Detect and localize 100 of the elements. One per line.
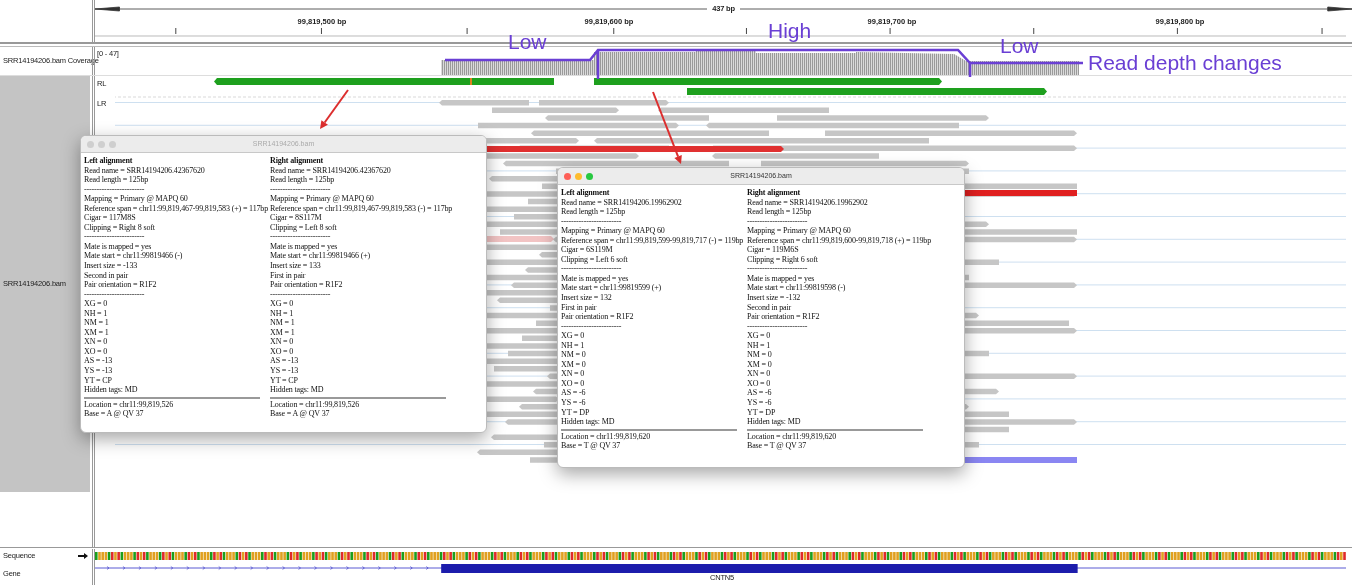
detail-line: AS = -6 [747,388,773,399]
detail-line: XN = 0 [561,369,586,379]
detail-line: NH = 1 [84,308,109,319]
detail-line: Mapping = Primary @ MAPQ 60 [84,194,189,204]
detail-line: Pair orientation = R1F2 [561,312,635,322]
detail-line: Read length = 125bp [747,207,813,217]
detail-line: Base = T @ QV 37 [561,441,622,451]
detail-line: Mate is mapped = yes [561,273,630,284]
detail-line: Location = chr11:99,819,526 [270,399,361,410]
annotation-label: Low [508,31,547,52]
detail-line: ------------------------ [561,321,623,332]
annotation-label: Low [1000,35,1039,56]
detail-line: Second in pair [747,302,793,313]
detail-line: AS = -13 [84,356,114,367]
detail-line: YT = DP [561,407,591,418]
detail-line: XN = 0 [747,369,772,379]
detail-line: XO = 0 [747,378,772,389]
detail-line: Clipping = Right 8 soft [84,222,156,233]
detail-line: AS = -6 [561,388,587,399]
close-button[interactable] [87,140,94,148]
detail-line: XG = 0 [747,331,772,341]
detail-line: Read name = SRR14194206.19962902 [747,197,869,208]
detail-line: Mate is mapped = yes [270,241,339,252]
detail-line: Second in pair [84,270,130,281]
detail-line: NH = 1 [561,340,586,351]
detail-line: Cigar = 8S117M [270,213,323,223]
detail-line: Read name = SRR14194206.42367620 [270,165,392,176]
detail-line: Insert size = -132 [747,293,802,303]
detail-line: XO = 0 [270,346,295,357]
detail-line: Base = A @ QV 37 [84,409,145,419]
detail-line: XN = 0 [270,337,295,347]
detail-line: XG = 0 [84,299,109,309]
detail-line: NM = 1 [270,318,296,328]
minimize-button[interactable] [98,140,105,148]
detail-line: Cigar = 117M8S [84,213,137,223]
detail-line: Location = chr11:99,819,620 [561,431,652,442]
detail-line: YT = DP [747,407,777,418]
alignment-heading: Right alignment [747,188,802,198]
detail-line: Hidden tags: MD [84,385,139,395]
detail-line: XM = 0 [747,359,773,370]
detail-line: Mate start = chr11:99819598 (-) [747,283,847,293]
detail-line: First in pair [270,270,307,281]
detail-line: ------------------------ [747,216,809,227]
detail-line: NM = 1 [84,318,110,328]
detail-line: XM = 1 [84,327,110,338]
detail-line: Read name = SRR14194206.19962902 [561,197,683,208]
detail-line: ------------------------ [84,289,146,300]
detail-line: Mate is mapped = yes [747,273,816,284]
detail-line: Base = A @ QV 37 [270,409,331,419]
detail-line: Clipping = Right 6 soft [747,254,819,265]
detail-line: Mate start = chr11:99819599 (+) [561,283,663,293]
detail-line: Location = chr11:99,819,620 [747,431,838,442]
detail-line: Location = chr11:99,819,526 [84,399,175,410]
detail-line: NH = 1 [270,308,295,319]
detail-line: Insert size = 132 [561,293,613,303]
annotation-label: High [768,20,812,41]
detail-line: Reference span = chr11:99,819,600-99,819,718 (+) = 119bp [747,235,933,246]
detail-line: Reference span = chr11:99,819,467-99,819,583 (-) = 117bp [270,203,454,214]
detail-line: Reference span = chr11:99,819,467-99,819,583 (+) = 117bp [84,203,270,214]
detail-line: ------------------------ [270,232,332,242]
detail-line: Mapping = Primary @ MAPQ 60 [561,226,666,236]
detail-line: Mate is mapped = yes [84,241,153,252]
detail-line: YT = CP [84,375,113,386]
arrow [320,89,349,129]
detail-line: ------------------------ [270,289,332,300]
zoom-button[interactable] [109,140,116,148]
detail-line: Read length = 125bp [561,207,627,217]
detail-line: Base = T @ QV 37 [747,441,808,451]
detail-line: XG = 0 [561,331,586,341]
detail-line: ------------------------ [747,321,809,332]
detail-line: Mate start = chr11:99819466 (-) [84,251,184,261]
detail-line: Read name = SRR14194206.42367620 [84,165,206,176]
alignment-heading: Left alignment [561,188,611,198]
detail-line: Insert size = -133 [84,261,139,271]
detail-line: Reference span = chr11:99,819,599-99,819,717 (-) = 119bp [561,235,745,246]
detail-line: YS = -13 [270,366,300,376]
zoom-button[interactable] [586,172,593,180]
detail-line: YS = -6 [747,398,773,408]
detail-line: XO = 0 [84,346,109,357]
detail-line: XN = 0 [84,337,109,347]
detail-line: ------------------------ [84,232,146,242]
detail-line: Pair orientation = R1F2 [270,280,344,290]
detail-line: Hidden tags: MD [270,385,325,395]
strand-arrow-icon[interactable] [78,553,88,559]
detail-line: Mate start = chr11:99819466 (+) [270,251,372,261]
detail-line: AS = -13 [270,356,300,367]
detail-line: Read length = 125bp [270,175,336,185]
detail-line: ------------------------ [270,184,332,195]
detail-line: Read length = 125bp [84,175,150,185]
detail-line: XG = 0 [270,299,295,309]
detail-line: XM = 0 [561,359,587,370]
alignment-heading: Right alignment [270,156,325,166]
detail-line: Clipping = Left 8 soft [270,222,338,233]
detail-line: Cigar = 119M6S [747,245,800,255]
detail-line: Insert size = 133 [270,261,322,271]
minimize-button[interactable] [575,172,582,180]
detail-line: XM = 1 [270,327,296,338]
detail-line: Cigar = 6S119M [561,245,614,255]
detail-line: YS = -6 [561,398,587,408]
close-button[interactable] [564,172,571,180]
